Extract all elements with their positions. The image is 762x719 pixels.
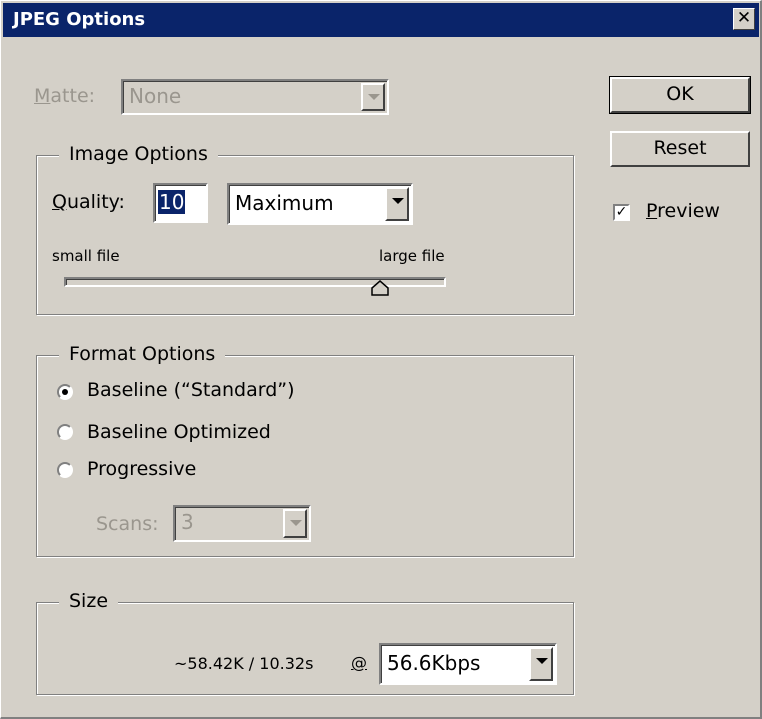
quality-label: Quality: xyxy=(52,191,125,213)
quality-preset-select[interactable]: Maximum xyxy=(227,183,413,225)
matte-label: Matte: xyxy=(34,85,96,107)
speed-select[interactable]: 56.6Kbps xyxy=(379,643,557,685)
slider-max-label: large file xyxy=(379,247,445,265)
scans-dropdown-arrow-icon xyxy=(283,509,307,538)
window-title: JPEG Options xyxy=(13,9,146,30)
image-options-legend: Image Options xyxy=(59,143,218,165)
close-button[interactable]: ✕ xyxy=(733,8,755,30)
size-estimate: ~58.42K / 10.32s xyxy=(174,654,314,673)
quality-input[interactable]: 10 xyxy=(153,183,208,223)
option-baseline-optimized-label[interactable]: Baseline Optimized xyxy=(87,421,271,443)
size-legend: Size xyxy=(59,590,119,612)
speed-value: 56.6Kbps xyxy=(387,651,481,675)
jpeg-options-dialog: JPEG Options ✕ Matte: None OK Reset ✓ Pr… xyxy=(0,0,762,719)
title-bar: JPEG Options ✕ xyxy=(3,3,759,37)
preview-label[interactable]: Preview xyxy=(646,200,720,222)
slider-min-label: small file xyxy=(52,247,120,265)
scans-label: Scans: xyxy=(96,513,159,535)
scans-value: 3 xyxy=(181,510,194,534)
quality-preset-value: Maximum xyxy=(235,191,334,215)
option-progressive-label[interactable]: Progressive xyxy=(87,458,196,480)
close-icon: ✕ xyxy=(736,8,752,28)
at-symbol: @ xyxy=(351,653,367,672)
speed-dropdown-arrow-icon xyxy=(529,647,553,681)
option-baseline-standard-label[interactable]: Baseline (“Standard”) xyxy=(87,379,295,401)
ok-button[interactable]: OK xyxy=(609,76,751,114)
image-options-group: Image Options xyxy=(36,143,574,315)
checkmark-icon: ✓ xyxy=(615,204,628,220)
radio-progressive[interactable] xyxy=(57,462,73,478)
radio-baseline-standard[interactable] xyxy=(57,384,73,400)
matte-select[interactable]: None xyxy=(121,79,389,115)
format-options-legend: Format Options xyxy=(59,343,226,365)
radio-baseline-optimized[interactable] xyxy=(57,424,73,440)
preview-checkbox[interactable]: ✓ xyxy=(613,204,630,221)
reset-button[interactable]: Reset xyxy=(610,131,750,167)
scans-select[interactable]: 3 xyxy=(173,505,311,542)
quality-slider-thumb[interactable] xyxy=(370,280,390,296)
quality-value: 10 xyxy=(158,190,186,214)
matte-dropdown-arrow-icon xyxy=(361,83,385,111)
matte-value: None xyxy=(129,84,182,108)
quality-preset-dropdown-arrow-icon xyxy=(385,187,409,221)
